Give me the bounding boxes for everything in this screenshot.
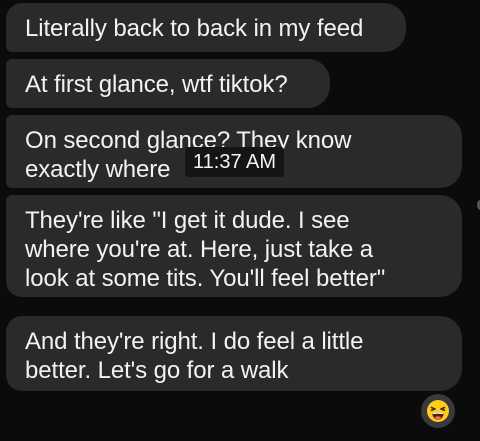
message-bubble[interactable]: And they're right. I do feel a little be… — [6, 316, 462, 391]
timestamp-tooltip: 11:37 AM — [185, 147, 285, 177]
message-bubble[interactable]: Literally back to back in my feed — [6, 3, 406, 52]
message-text: look at some tits. You'll feel better" — [25, 265, 386, 292]
reaction-badge[interactable] — [421, 394, 455, 428]
message-bubble[interactable]: They're like "I get it dude. I see where… — [6, 195, 462, 297]
message-text: And they're right. I do feel a little — [25, 328, 364, 355]
message-text: better. Let's go for a walk — [25, 357, 289, 384]
message-text: At first glance, wtf tiktok? — [25, 71, 288, 98]
message-text: They're like "I get it dude. I see — [25, 207, 350, 234]
message-text: where you're at. Here, just take a — [25, 236, 374, 263]
message-bubble[interactable]: At first glance, wtf tiktok? — [6, 59, 330, 108]
message-text: Literally back to back in my feed — [25, 15, 364, 42]
laughing-emoji-icon — [427, 400, 449, 422]
